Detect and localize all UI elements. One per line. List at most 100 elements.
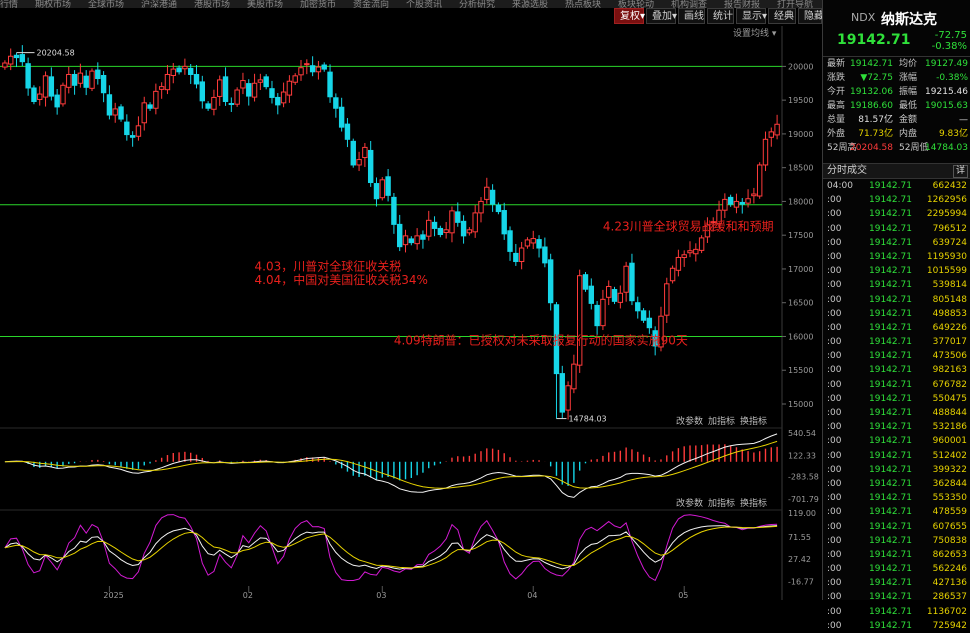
candle-body[interactable]: [164, 73, 171, 91]
candle-body[interactable]: [100, 75, 107, 94]
candle-body[interactable]: [455, 211, 461, 223]
candle-body[interactable]: [489, 189, 496, 205]
candle-body[interactable]: [315, 66, 322, 73]
candle-body[interactable]: [576, 275, 583, 366]
candle-body[interactable]: [420, 234, 426, 240]
toolbar-button[interactable]: 画线: [678, 8, 705, 24]
candle-body[interactable]: [205, 103, 211, 109]
candle-body[interactable]: [280, 91, 287, 104]
candle-body[interactable]: [344, 123, 351, 140]
candle-body[interactable]: [187, 67, 194, 75]
top-nav-item[interactable]: 美股市场: [247, 0, 283, 8]
top-nav-item[interactable]: 机构调查: [671, 0, 707, 8]
candle-body[interactable]: [217, 79, 223, 97]
candle-body[interactable]: [222, 76, 229, 102]
candle-body[interactable]: [8, 55, 14, 65]
candle-body[interactable]: [367, 149, 374, 184]
candle-body[interactable]: [646, 317, 653, 329]
kline-chart-area[interactable]: 20000 19500 19000 18500 18000 17500 17000 16500…: [0, 26, 822, 600]
kdj-panel-link[interactable]: 换指标: [740, 497, 767, 509]
toolbar-button[interactable]: 复权▾: [614, 8, 645, 24]
candle-body[interactable]: [664, 283, 670, 316]
candle-body[interactable]: [617, 292, 624, 303]
candle-body[interactable]: [176, 67, 182, 73]
candle-body[interactable]: [240, 80, 246, 89]
candle-body[interactable]: [629, 262, 635, 302]
candle-body[interactable]: [408, 238, 415, 244]
candle-body[interactable]: [269, 88, 275, 98]
top-nav-item[interactable]: 打开导航: [777, 0, 813, 8]
candle-body[interactable]: [333, 97, 339, 109]
candle-body[interactable]: [135, 125, 142, 137]
candle-body[interactable]: [542, 246, 548, 264]
candle-body[interactable]: [362, 146, 368, 159]
top-nav-item[interactable]: 来源选股: [512, 0, 548, 8]
trades-list[interactable]: 04:00 19142.71 662432:00 19142.71 1262956:00…: [823, 179, 970, 633]
candle-body[interactable]: [397, 223, 403, 248]
candle-body[interactable]: [379, 179, 385, 199]
candle-body[interactable]: [327, 71, 333, 98]
candle-body[interactable]: [309, 65, 316, 73]
candle-body[interactable]: [211, 96, 217, 110]
candle-body[interactable]: [565, 385, 571, 411]
candle-body[interactable]: [443, 229, 449, 233]
candle-body[interactable]: [170, 68, 176, 76]
candle-body[interactable]: [54, 94, 60, 108]
candle-body[interactable]: [495, 204, 502, 213]
candle-body[interactable]: [402, 235, 409, 246]
kdj-panel-link[interactable]: 加指标: [708, 497, 735, 509]
candle-body[interactable]: [356, 159, 362, 166]
candle-body[interactable]: [472, 212, 478, 233]
candle-body[interactable]: [158, 86, 165, 90]
candle-body[interactable]: [530, 238, 536, 244]
candle-body[interactable]: [19, 54, 26, 63]
candle-body[interactable]: [292, 75, 298, 83]
candle-body[interactable]: [460, 220, 467, 237]
candle-body[interactable]: [42, 75, 49, 98]
candle-body[interactable]: [338, 106, 345, 128]
top-nav-item[interactable]: 板块轮动: [618, 0, 654, 8]
candle-body[interactable]: [193, 73, 200, 85]
top-nav-item[interactable]: 分析研究: [459, 0, 495, 8]
toolbar-button[interactable]: 统计: [707, 8, 734, 24]
candle-body[interactable]: [246, 83, 252, 97]
candle-body[interactable]: [675, 256, 682, 271]
candle-body[interactable]: [141, 102, 147, 124]
top-nav-item[interactable]: 期权市场: [35, 0, 71, 8]
candle-body[interactable]: [623, 265, 629, 293]
candle-body[interactable]: [571, 363, 577, 390]
candle-body[interactable]: [698, 237, 705, 251]
toolbar-button[interactable]: 显示▾: [736, 8, 767, 24]
candle-body[interactable]: [95, 69, 101, 80]
candle-body[interactable]: [478, 200, 484, 214]
candle-body[interactable]: [234, 89, 240, 105]
toolbar-button[interactable]: 叠加▾: [646, 8, 677, 24]
kdj-panel-link[interactable]: 改参数: [676, 497, 703, 509]
candle-body[interactable]: [437, 227, 444, 236]
candle-body[interactable]: [153, 90, 159, 109]
candle-body[interactable]: [762, 138, 769, 166]
candle-body[interactable]: [594, 304, 600, 327]
candle-body[interactable]: [745, 198, 751, 204]
top-nav-item[interactable]: 港股市场: [194, 0, 230, 8]
candle-body[interactable]: [77, 72, 84, 84]
top-nav-item[interactable]: 个股资讯: [406, 0, 442, 8]
candle-body[interactable]: [693, 248, 699, 255]
top-nav-item[interactable]: 行情: [0, 0, 18, 8]
candle-body[interactable]: [373, 183, 380, 200]
candle-body[interactable]: [2, 62, 8, 68]
candle-body[interactable]: [768, 131, 774, 138]
candle-body[interactable]: [751, 193, 757, 197]
kline-chart-svg[interactable]: 20000 19500 19000 18500 18000 17500 17000 16500…: [0, 26, 822, 600]
candle-body[interactable]: [182, 65, 188, 70]
candle-body[interactable]: [606, 286, 612, 298]
top-nav-item[interactable]: 全球市场: [88, 0, 124, 8]
candle-body[interactable]: [286, 80, 293, 96]
candle-body[interactable]: [559, 373, 565, 413]
candle-body[interactable]: [298, 67, 304, 76]
candle-body[interactable]: [669, 267, 676, 282]
macd-panel-link[interactable]: 加指标: [708, 415, 735, 427]
candle-body[interactable]: [722, 198, 728, 211]
candle-body[interactable]: [756, 164, 763, 197]
candle-body[interactable]: [426, 219, 432, 237]
